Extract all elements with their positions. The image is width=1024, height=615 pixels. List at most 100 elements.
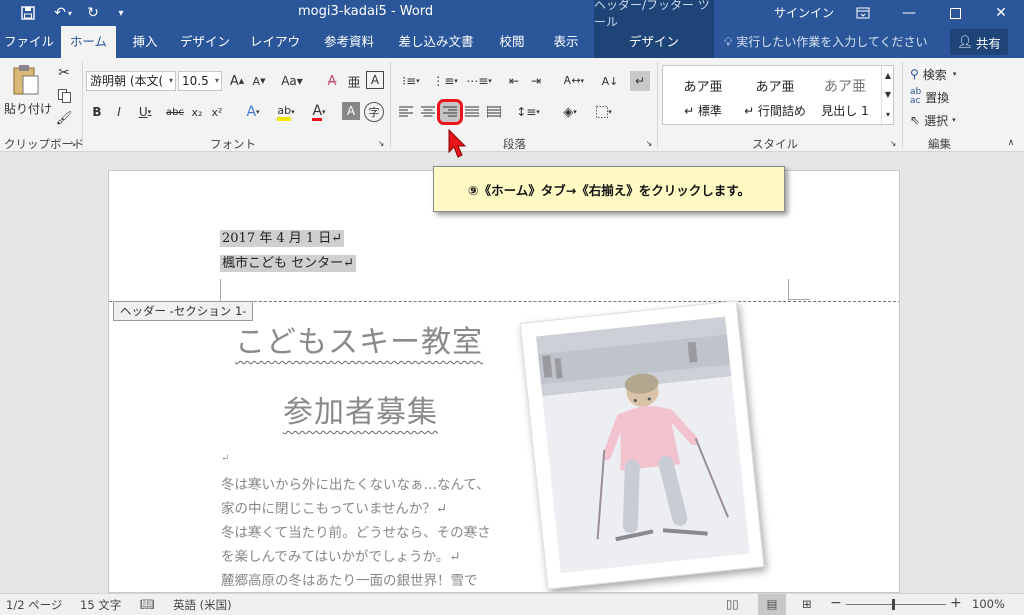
body-line[interactable]: ↵	[221, 453, 229, 464]
document-page[interactable]: 2017 年 4 月 1 日↵ 楓市こども センター↵ ヘッダー -セクション …	[108, 170, 900, 593]
show-formatting-marks-icon[interactable]: ↵	[630, 71, 650, 91]
tab-view[interactable]: 表示	[544, 26, 588, 58]
tab-mailings[interactable]: 差し込み文書	[394, 26, 478, 58]
collapse-ribbon-icon[interactable]: ∧	[1004, 138, 1018, 148]
zoom-slider[interactable]	[846, 604, 946, 605]
font-launcher-icon[interactable]: ↘	[376, 138, 386, 148]
tab-references[interactable]: 参考資料	[316, 26, 382, 58]
minimize-icon[interactable]: —	[886, 0, 932, 26]
styles-scroll-down-icon[interactable]: ▼	[881, 85, 894, 104]
redo-icon[interactable]: ↻	[82, 0, 104, 26]
zoom-in-icon[interactable]: +	[950, 595, 962, 611]
close-icon[interactable]: ✕	[978, 0, 1024, 26]
tab-review[interactable]: 校閲	[490, 26, 534, 58]
zoom-level[interactable]: 100%	[972, 597, 1005, 611]
style-sample: あア亜	[683, 80, 723, 95]
maximize-icon[interactable]	[932, 0, 978, 26]
underline-icon[interactable]: U ▾	[132, 102, 158, 122]
document-subtitle[interactable]: 参加者募集	[283, 387, 438, 431]
multilevel-list-icon[interactable]: ⋯≡ ▾	[464, 71, 494, 91]
print-layout-icon[interactable]: ▤	[758, 594, 786, 615]
change-case-icon[interactable]: Aa▾	[278, 71, 306, 91]
shrink-font-icon[interactable]: A ▼	[250, 71, 268, 91]
body-line[interactable]: を楽しんでみてはいかがでしょうか。↵	[221, 545, 461, 565]
italic-icon[interactable]: I	[110, 102, 128, 122]
copy-icon[interactable]	[54, 87, 74, 105]
language-indicator[interactable]: 英語 (米国)	[173, 597, 232, 613]
page-count[interactable]: 1/2 ページ	[6, 597, 62, 613]
enclose-characters-icon[interactable]: 字	[364, 102, 384, 122]
select-button[interactable]: ⇖ 選択 ▾	[910, 110, 990, 130]
sort-icon[interactable]: A↓	[600, 71, 620, 91]
ski-photo[interactable]	[519, 300, 765, 590]
strikethrough-icon[interactable]: abc	[164, 102, 186, 122]
document-title[interactable]: こどもスキー教室	[235, 317, 483, 361]
distributed-icon[interactable]	[484, 102, 504, 122]
cut-icon[interactable]: ✂	[54, 64, 74, 82]
customize-toolbar-icon[interactable]: ▾	[112, 0, 130, 26]
paragraph-launcher-icon[interactable]: ↘	[644, 138, 654, 148]
align-right-icon[interactable]	[437, 99, 463, 125]
font-color-icon[interactable]: A ▾	[306, 102, 332, 122]
styles-scroll-up-icon[interactable]: ▲	[881, 66, 894, 85]
body-line[interactable]: 冬は寒くて当たり前。どうせなら、その寒さ	[221, 521, 491, 541]
share-button[interactable]: 👤︎ 共有	[950, 29, 1008, 55]
superscript-icon[interactable]: x²	[208, 102, 226, 122]
align-center-icon[interactable]	[418, 102, 438, 122]
grow-font-icon[interactable]: A ▲	[228, 71, 246, 91]
ribbon-display-options-icon[interactable]	[840, 0, 886, 26]
body-line[interactable]: 麓郷高原の冬はあたり一面の銀世界！雪で	[221, 569, 478, 589]
save-icon[interactable]	[14, 0, 42, 26]
shading-icon[interactable]: ◈ ▾	[556, 102, 584, 122]
style-normal[interactable]: あア亜 ↵ 標準	[667, 66, 739, 124]
find-button[interactable]: ⚲ 検索 ▾	[910, 64, 990, 84]
web-layout-icon[interactable]: ⊞	[802, 597, 812, 611]
header-org[interactable]: 楓市こども センター↵	[220, 252, 357, 272]
phonetic-guide-icon[interactable]: 亜	[344, 71, 364, 91]
character-shading-icon[interactable]: A	[342, 102, 360, 120]
font-size-combo[interactable]: 10.5 ▾	[178, 71, 222, 91]
justify-icon[interactable]	[462, 102, 482, 122]
character-border-icon[interactable]: A	[366, 71, 384, 89]
signin-link[interactable]: サインイン	[774, 4, 834, 21]
format-painter-icon[interactable]: 🖌︎	[54, 109, 74, 127]
tab-insert[interactable]: 挿入	[122, 26, 168, 58]
align-left-icon[interactable]	[396, 102, 416, 122]
font-name-combo[interactable]: 游明朝 (本文(▾	[86, 71, 176, 91]
styles-launcher-icon[interactable]: ↘	[888, 138, 898, 148]
body-line[interactable]: 冬は寒いから外に出たくないなぁ…なんて、	[221, 473, 490, 493]
zoom-out-icon[interactable]: −	[830, 595, 842, 611]
numbering-icon[interactable]: ⋮≡ ▾	[430, 71, 460, 91]
word-count[interactable]: 15 文字	[80, 597, 121, 613]
asian-layout-icon[interactable]: Ꭺ↔ ▾	[560, 71, 588, 91]
styles-more-icon[interactable]: ▾	[881, 104, 894, 124]
proofing-icon[interactable]: 📖︎	[140, 597, 155, 611]
tab-file[interactable]: ファイル	[4, 26, 54, 58]
read-mode-icon[interactable]: ▯▯	[726, 597, 739, 611]
body-line[interactable]: 家の中に閉じこもっていませんか？↵	[221, 497, 447, 517]
tell-me-box[interactable]: 💡︎ 実行したい作業を入力してください	[724, 26, 928, 58]
replace-button[interactable]: ab ac 置換	[910, 87, 990, 107]
text-effects-icon[interactable]: A ▾	[240, 102, 266, 122]
clear-formatting-icon[interactable]: A̶	[322, 71, 342, 91]
bullets-icon[interactable]: ⁝≡ ▾	[396, 71, 426, 91]
decrease-indent-icon[interactable]: ⇤	[504, 71, 524, 91]
style-heading-1[interactable]: あア亜 見出し 1	[809, 66, 881, 124]
tab-header-footer-design[interactable]: デザイン	[594, 26, 714, 58]
clipboard-launcher-icon[interactable]: ↘	[68, 138, 78, 148]
paste-icon[interactable]	[6, 62, 46, 98]
paste-button[interactable]: 貼り付け	[4, 100, 52, 116]
zoom-slider-thumb[interactable]	[892, 599, 895, 610]
borders-icon[interactable]: ▾	[590, 102, 618, 122]
header-date[interactable]: 2017 年 4 月 1 日↵	[220, 227, 345, 247]
tab-layout[interactable]: レイアウト	[244, 26, 306, 81]
highlight-color-icon[interactable]: ab ▾	[272, 102, 300, 122]
style-no-spacing[interactable]: あア亜 ↵ 行間詰め	[739, 66, 811, 124]
undo-icon[interactable]: ↶ ▾	[48, 0, 78, 26]
bold-icon[interactable]: B	[88, 102, 106, 122]
tab-design[interactable]: デザイン	[176, 26, 234, 58]
tab-home[interactable]: ホーム	[61, 26, 116, 58]
subscript-icon[interactable]: x₂	[188, 102, 206, 122]
line-spacing-icon[interactable]: ↕≡ ▾	[514, 102, 542, 122]
increase-indent-icon[interactable]: ⇥	[526, 71, 546, 91]
